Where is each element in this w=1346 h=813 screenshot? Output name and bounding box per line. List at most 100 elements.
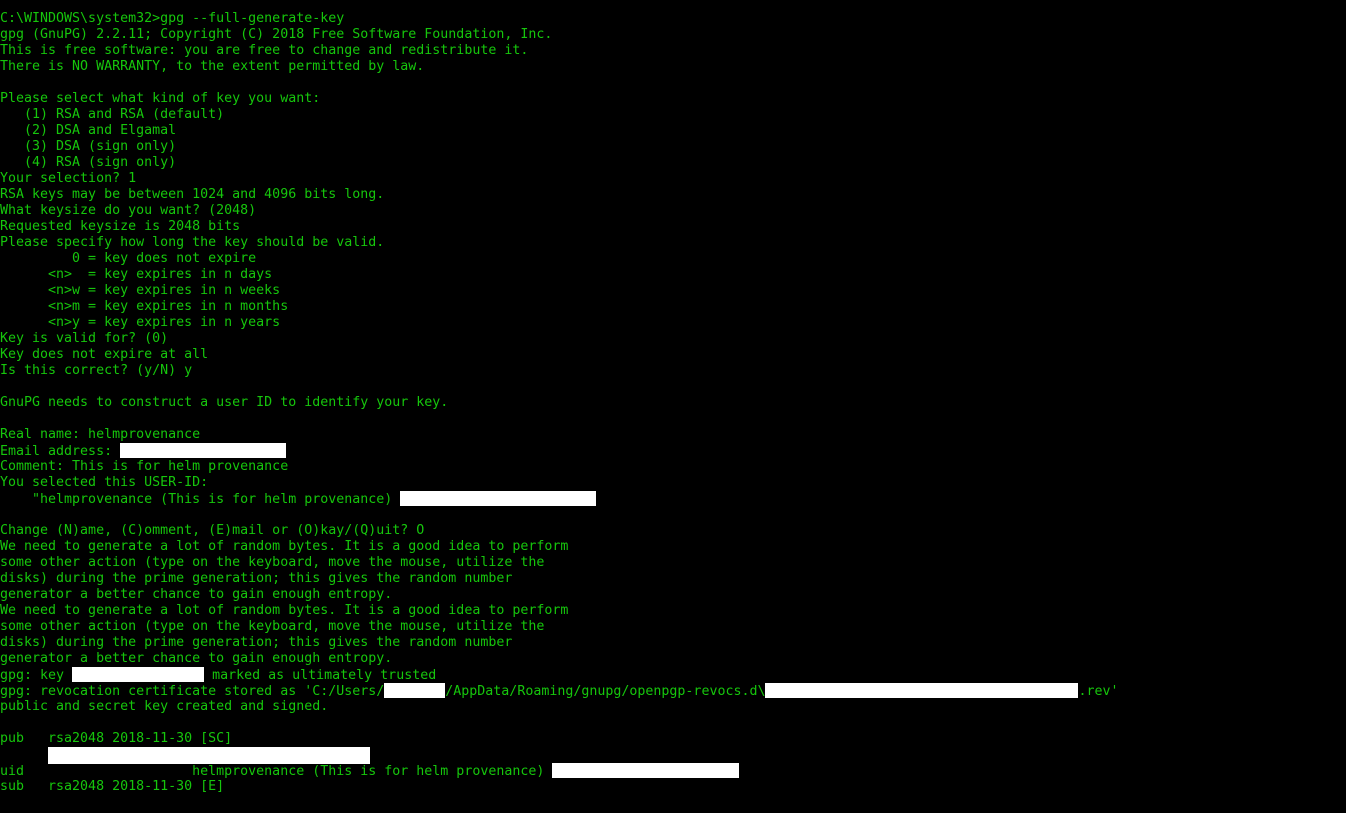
line-text: We need to generate a lot of random byte… — [0, 603, 569, 618]
console-line-created-signed: public and secret key created and signed… — [0, 699, 1346, 715]
console-line: C:\WINDOWS\system32>gpg --full-generate-… — [0, 11, 1346, 27]
console-line: Key does not expire at all — [0, 347, 1346, 363]
console-line-expiry-option-0: 0 = key does not expire — [0, 251, 1346, 267]
line-text-mid: /AppData/Roaming/gnupg/openpgp-revocs.d\ — [445, 684, 766, 699]
line-text: Requested keysize is 2048 bits — [0, 219, 241, 234]
console-line-key-option-2: (2) DSA and Elgamal — [0, 123, 1346, 139]
console-line-pub-fingerprint — [0, 747, 1346, 764]
line-text: Is this correct? (y/N) y — [0, 363, 193, 378]
console-line: You selected this USER-ID: — [0, 475, 1346, 491]
console-line-keysize-prompt: What keysize do you want? (2048) — [0, 203, 1346, 219]
redaction-bar-email — [120, 443, 287, 458]
line-text: pub rsa2048 2018-11-30 [SC] — [0, 731, 233, 746]
line-text: Key does not expire at all — [0, 347, 209, 362]
line-text: Your selection? 1 — [0, 171, 137, 186]
redaction-bar-key-id — [72, 667, 205, 682]
line-text-suffix: .rev' — [1078, 684, 1119, 699]
console-line: Requested keysize is 2048 bits — [0, 219, 1346, 235]
line-text: <n>y = key expires in n years — [0, 315, 281, 330]
console-line-key-option-4: (4) RSA (sign only) — [0, 155, 1346, 171]
redaction-bar-user-id-email — [400, 491, 597, 506]
console-line: This is free software: you are free to c… — [0, 43, 1346, 59]
line-text: (1) RSA and RSA (default) — [0, 107, 225, 122]
line-text: Key is valid for? (0) — [0, 331, 169, 346]
line-text: gpg (GnuPG) 2.2.11; Copyright (C) 2018 F… — [0, 27, 553, 42]
line-text: What keysize do you want? (2048) — [0, 203, 257, 218]
line-text: There is NO WARRANTY, to the extent perm… — [0, 59, 425, 74]
console-line-expiry-option-days: <n> = key expires in n days — [0, 267, 1346, 283]
line-text: Please select what kind of key you want: — [0, 91, 321, 106]
console-line-key-trusted: gpg: key marked as ultimately trusted — [0, 667, 1346, 683]
line-text: You selected this USER-ID: — [0, 475, 209, 490]
line-text: generator a better chance to gain enough… — [0, 587, 393, 602]
line-text: public and secret key created and signed… — [0, 699, 329, 714]
console-line-change-prompt: Change (N)ame, (C)omment, (E)mail or (O)… — [0, 523, 1346, 539]
line-text-prefix: uid helmprovenance (This is for helm pro… — [0, 764, 553, 779]
console-line: gpg (GnuPG) 2.2.11; Copyright (C) 2018 F… — [0, 27, 1346, 43]
line-text: (3) DSA (sign only) — [0, 139, 177, 154]
console-line-key-option-1: (1) RSA and RSA (default) — [0, 107, 1346, 123]
line-text-suffix: marked as ultimately trusted — [204, 668, 437, 683]
console-line: Please specify how long the key should b… — [0, 235, 1346, 251]
console-line: GnuPG needs to construct a user ID to id… — [0, 395, 1346, 411]
line-text: This is free software: you are free to c… — [0, 43, 529, 58]
console-output[interactable]: C:\WINDOWS\system32>gpg --full-generate-… — [0, 11, 1346, 795]
line-text: disks) during the prime generation; this… — [0, 635, 513, 650]
console-line: There is NO WARRANTY, to the extent perm… — [0, 59, 1346, 75]
console-line-uid: uid helmprovenance (This is for helm pro… — [0, 763, 1346, 779]
console-line-entropy-2a: We need to generate a lot of random byte… — [0, 603, 1346, 619]
console-line: RSA keys may be between 1024 and 4096 bi… — [0, 187, 1346, 203]
line-text: (2) DSA and Elgamal — [0, 123, 177, 138]
line-text: Please specify how long the key should b… — [0, 235, 385, 250]
line-text: Change (N)ame, (C)omment, (E)mail or (O)… — [0, 523, 425, 538]
console-line-entropy-1d: generator a better chance to gain enough… — [0, 587, 1346, 603]
line-text-prefix: gpg: key — [0, 668, 73, 683]
line-text: C:\WINDOWS\system32>gpg --full-generate-… — [0, 11, 345, 26]
line-text: Real name: helmprovenance — [0, 427, 201, 442]
line-text: (4) RSA (sign only) — [0, 155, 177, 170]
line-text: some other action (type on the keyboard,… — [0, 619, 545, 634]
console-line-selection-prompt: Your selection? 1 — [0, 171, 1346, 187]
redaction-bar-pub-fingerprint — [48, 747, 371, 764]
console-line-entropy-2b: some other action (type on the keyboard,… — [0, 619, 1346, 635]
console-line-key-option-3: (3) DSA (sign only) — [0, 139, 1346, 155]
line-text: 0 = key does not expire — [0, 251, 257, 266]
line-text: <n>m = key expires in n months — [0, 299, 289, 314]
console-line-entropy-1b: some other action (type on the keyboard,… — [0, 555, 1346, 571]
line-text: sub rsa2048 2018-11-30 [E] — [0, 779, 225, 794]
line-text: generator a better chance to gain enough… — [0, 651, 393, 666]
console-line-revocation-cert: gpg: revocation certificate stored as 'C… — [0, 683, 1346, 699]
console-line-confirm-prompt: Is this correct? (y/N) y — [0, 363, 1346, 379]
line-text: some other action (type on the keyboard,… — [0, 555, 545, 570]
redaction-bar-username — [384, 683, 446, 698]
line-text-prefix: "helmprovenance (This is for helm proven… — [0, 492, 401, 507]
console-line-entropy-1a: We need to generate a lot of random byte… — [0, 539, 1346, 555]
line-text: RSA keys may be between 1024 and 4096 bi… — [0, 187, 385, 202]
console-line-user-id: "helmprovenance (This is for helm proven… — [0, 491, 1346, 507]
terminal-window[interactable]: C:\WINDOWS\system32>gpg --full-generate-… — [0, 0, 1346, 813]
line-text-prefix: gpg: revocation certificate stored as 'C… — [0, 684, 385, 699]
console-line-expiry-option-years: <n>y = key expires in n years — [0, 315, 1346, 331]
console-line-entropy-1c: disks) during the prime generation; this… — [0, 571, 1346, 587]
line-text: GnuPG needs to construct a user ID to id… — [0, 395, 449, 410]
console-line-entropy-2c: disks) during the prime generation; this… — [0, 635, 1346, 651]
redaction-bar-fingerprint — [765, 683, 1079, 698]
line-text-prefix: Email address: — [0, 444, 121, 459]
line-text: disks) during the prime generation; this… — [0, 571, 513, 586]
line-text: <n>w = key expires in n weeks — [0, 283, 281, 298]
console-line-email-address: Email address: — [0, 443, 1346, 459]
console-line-sub: sub rsa2048 2018-11-30 [E] — [0, 779, 1346, 795]
console-line-expiry-option-months: <n>m = key expires in n months — [0, 299, 1346, 315]
console-line-entropy-2d: generator a better chance to gain enough… — [0, 651, 1346, 667]
line-text-prefix — [0, 749, 48, 764]
console-line-validity-prompt: Key is valid for? (0) — [0, 331, 1346, 347]
console-line-pub: pub rsa2048 2018-11-30 [SC] — [0, 731, 1346, 747]
console-line-real-name: Real name: helmprovenance — [0, 427, 1346, 443]
line-text: We need to generate a lot of random byte… — [0, 539, 569, 554]
line-text: Comment: This is for helm provenance — [0, 459, 289, 474]
